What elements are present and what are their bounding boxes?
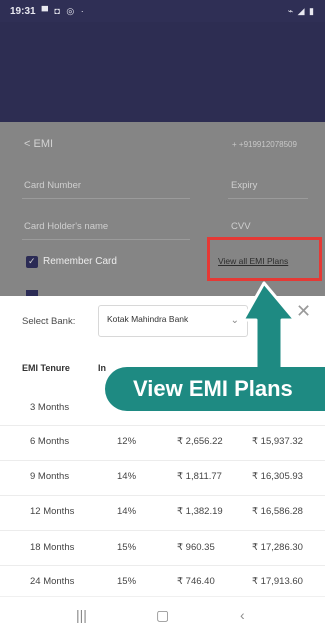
row-emi: ₹ 960.35 <box>177 542 215 553</box>
phone-number: + +919912078509 <box>232 140 297 149</box>
callout-banner: View EMI Plans <box>105 367 325 411</box>
expiry-field[interactable]: Expiry <box>231 180 257 191</box>
row-rate: 12% <box>117 436 137 447</box>
remember-card-label: Remember Card <box>43 256 117 267</box>
expiry-underline <box>228 198 308 199</box>
row-total: ₹ 17,913.60 <box>252 576 303 587</box>
emi-back-button[interactable]: < EMI <box>24 138 53 150</box>
card-number-field[interactable]: Card Number <box>24 180 81 191</box>
signal-battery-icons: ⌁ ◢ ▮ <box>287 5 315 16</box>
row-emi: ₹ 2,656.22 <box>177 436 223 447</box>
row-rate: 15% <box>117 542 137 553</box>
row-tenure: 12 Months <box>30 506 75 517</box>
row-emi: ₹ 1,811.77 <box>177 471 222 482</box>
status-bar: 19:31 ▀ ◘ ◎ · ⌁ ◢ ▮ <box>0 0 325 22</box>
select-bank-label: Select Bank: <box>22 316 76 327</box>
back-icon[interactable]: ‹ <box>240 607 245 623</box>
row-total: ₹ 15,937.32 <box>252 436 303 447</box>
status-time: 19:31 <box>10 5 36 17</box>
row-tenure: 9 Months <box>30 471 70 482</box>
highlight-box <box>207 237 322 281</box>
row-tenure: 6 Months <box>30 436 70 447</box>
home-icon[interactable]: ▢ <box>156 607 169 624</box>
row-rate: 15% <box>117 576 137 587</box>
notification-icons: ▀ ◘ ◎ · <box>41 5 86 16</box>
row-total: ₹ 16,305.93 <box>252 471 303 482</box>
bank-select-value: Kotak Mahindra Bank <box>107 314 189 324</box>
row-emi: ₹ 746.40 <box>177 576 215 587</box>
card-number-underline <box>22 198 190 199</box>
android-nav-bar: ||| ▢ ‹ <box>0 596 325 634</box>
recent-apps-icon[interactable]: ||| <box>76 607 87 623</box>
row-emi: ₹ 1,382.19 <box>177 506 223 517</box>
row-divider <box>0 565 325 566</box>
row-divider <box>0 530 325 531</box>
card-holder-field[interactable]: Card Holder's name <box>24 221 108 232</box>
row-tenure: 18 Months <box>30 542 75 553</box>
chevron-down-icon: ⌄ <box>230 315 239 326</box>
bank-select[interactable]: Kotak Mahindra Bank ⌄ <box>98 305 248 337</box>
row-divider <box>0 425 325 426</box>
checkout-screen: 19:31 ▀ ◘ ◎ · ⌁ ◢ ▮ < EMI + +91991207850… <box>0 0 325 634</box>
remember-card-checkbox[interactable] <box>26 256 38 268</box>
close-icon[interactable]: ✕ <box>296 301 311 322</box>
row-divider <box>0 460 325 461</box>
row-total: ₹ 17,286.30 <box>252 542 303 553</box>
app-header <box>0 22 325 122</box>
col-tenure-header: EMI Tenure <box>22 363 70 373</box>
row-tenure: 24 Months <box>30 576 75 587</box>
cvv-field[interactable]: CVV <box>231 221 251 232</box>
col-interest-header: In <box>98 363 106 373</box>
row-total: ₹ 16,586.28 <box>252 506 303 517</box>
row-divider <box>0 495 325 496</box>
row-rate: 14% <box>117 471 137 482</box>
row-tenure: 3 Months <box>30 402 70 413</box>
row-rate: 14% <box>117 506 137 517</box>
card-holder-underline <box>22 239 190 240</box>
